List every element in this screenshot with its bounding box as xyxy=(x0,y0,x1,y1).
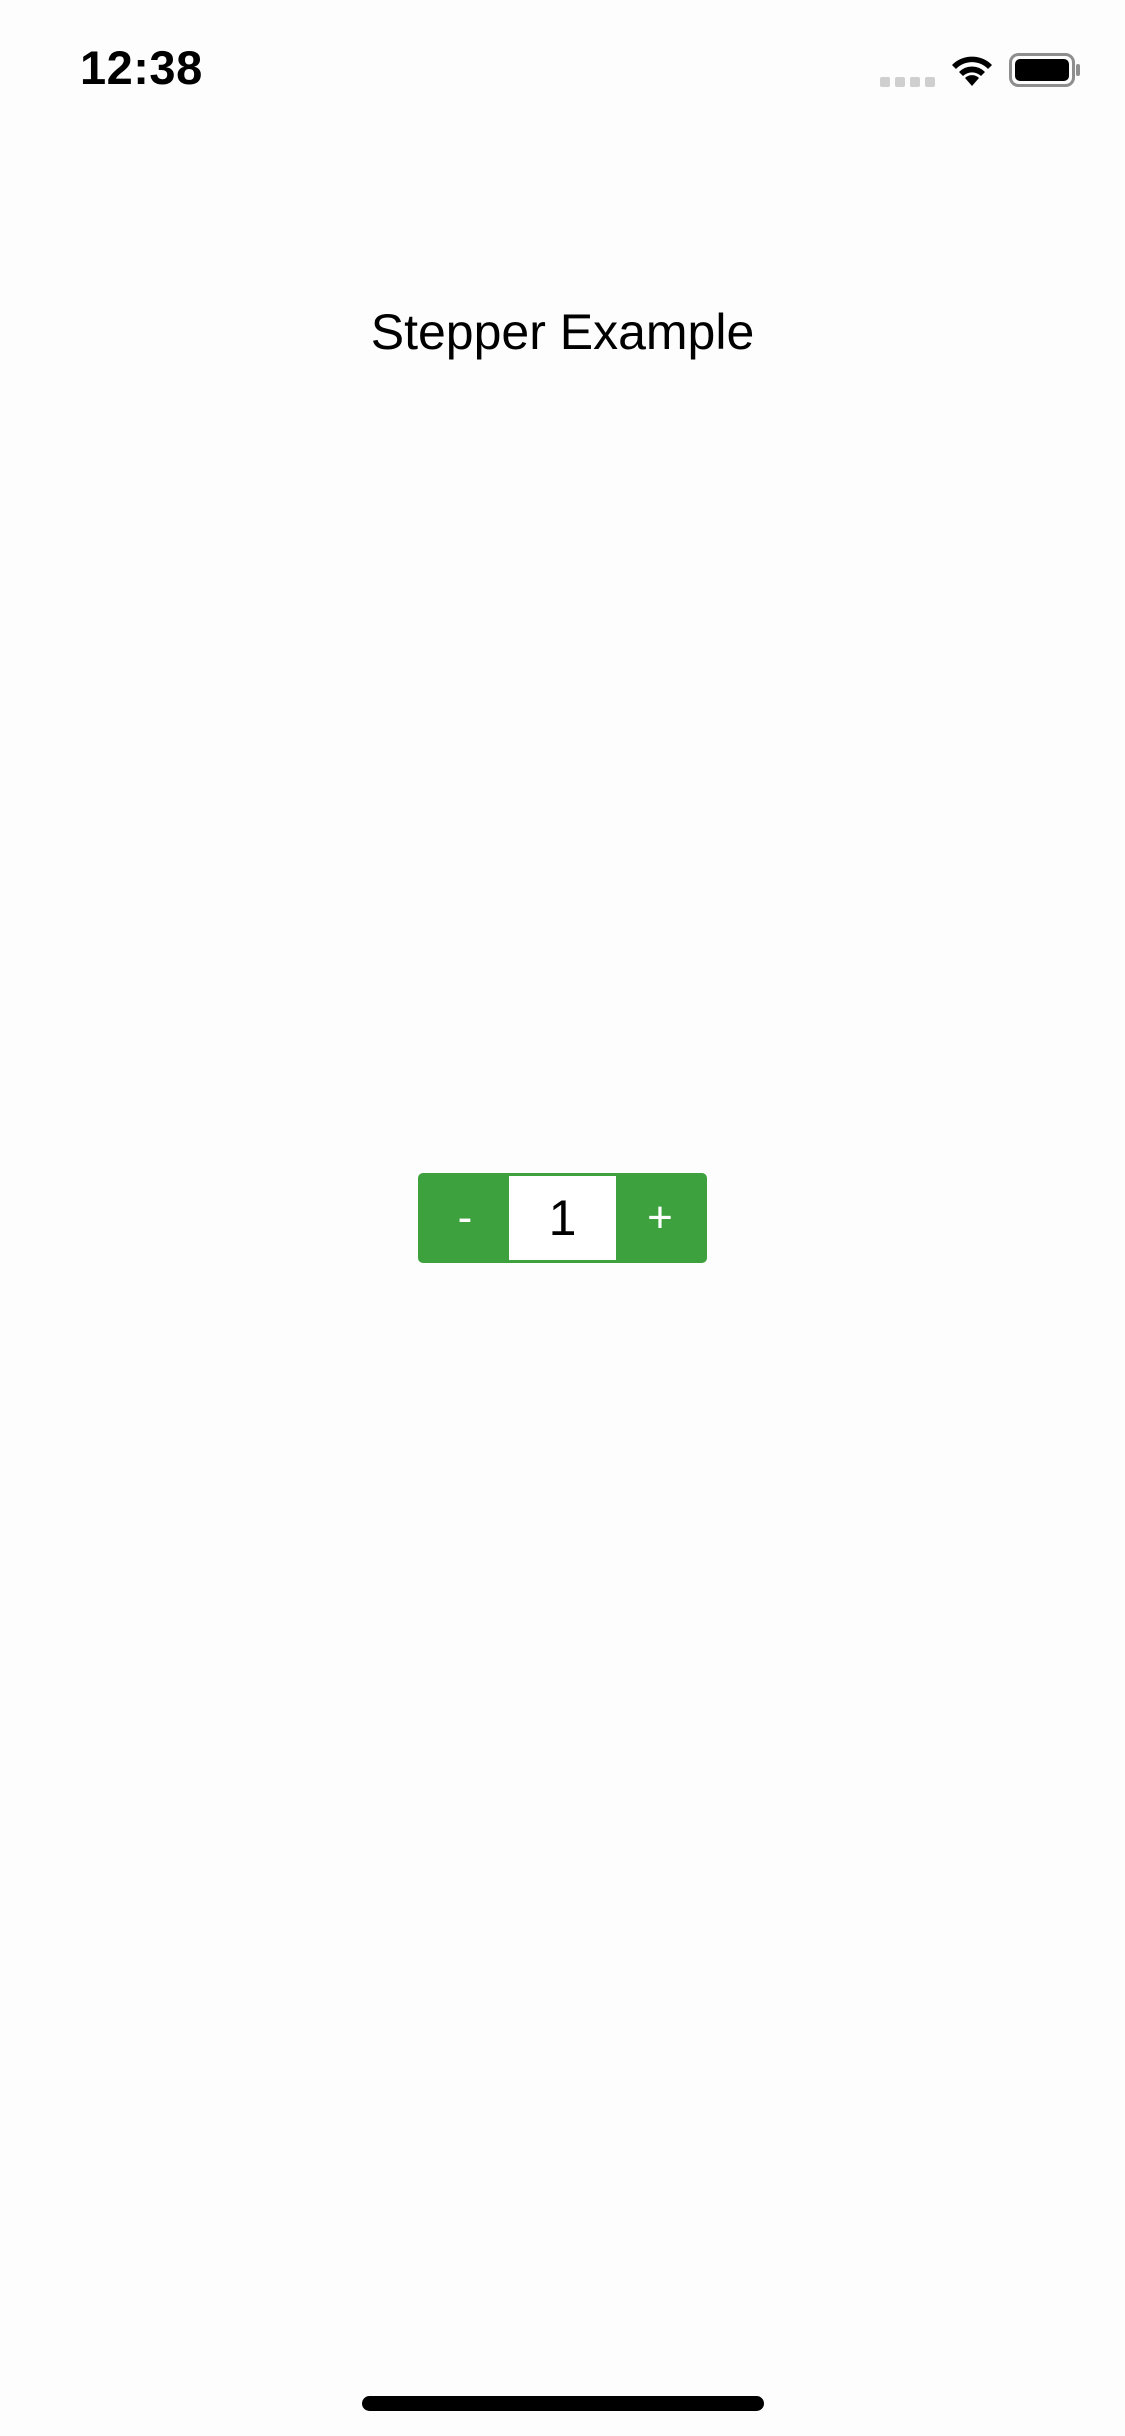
cellular-signal-icon xyxy=(880,77,935,87)
home-indicator[interactable] xyxy=(362,2396,764,2411)
wifi-icon xyxy=(952,56,992,86)
app-screen: 12:38 Stepper Example - 1 + xyxy=(0,0,1125,2436)
increment-button[interactable]: + xyxy=(616,1176,704,1260)
status-bar-time: 12:38 xyxy=(80,41,203,94)
quantity-stepper: - 1 + xyxy=(418,1173,707,1263)
page-title: Stepper Example xyxy=(370,304,755,360)
stepper-value: 1 xyxy=(509,1176,616,1260)
battery-icon xyxy=(1009,53,1080,87)
decrement-button[interactable]: - xyxy=(421,1176,509,1260)
